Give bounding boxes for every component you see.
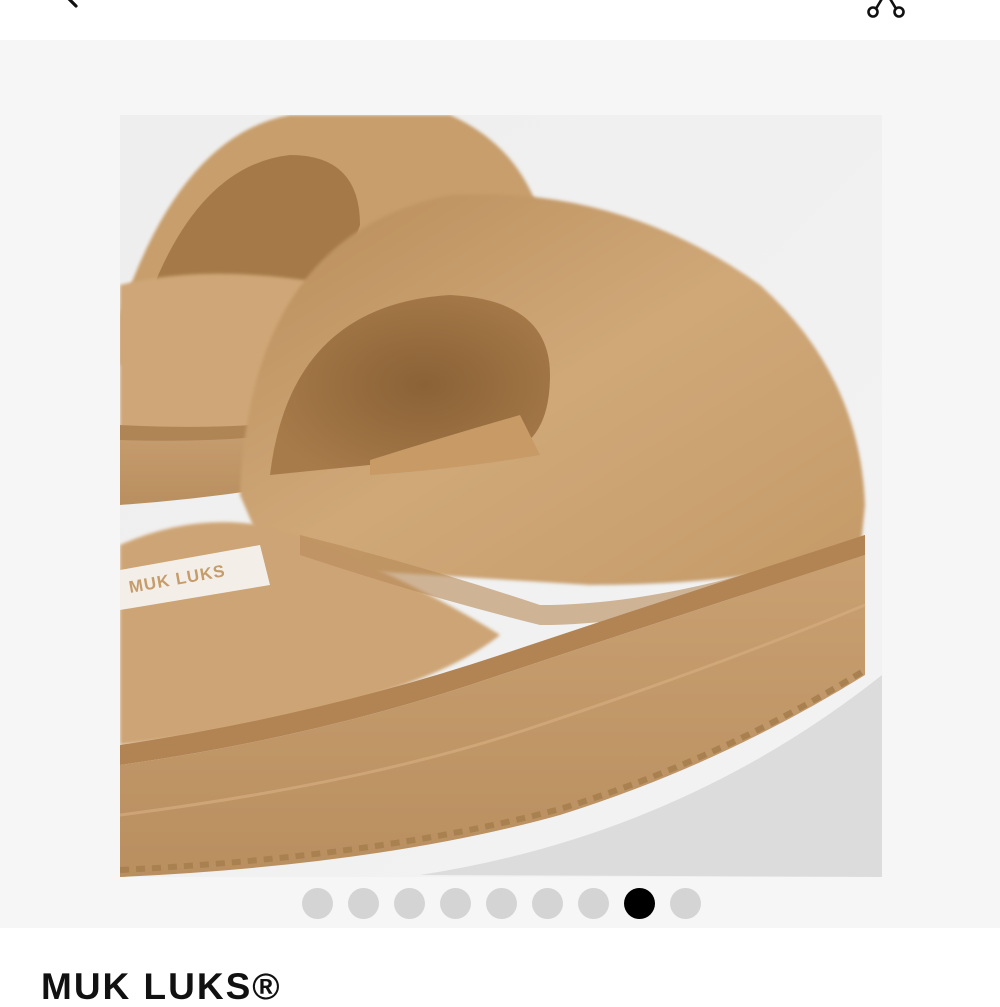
gallery-dot-6[interactable] [531,888,563,919]
gallery-dot-5[interactable] [485,888,517,919]
share-nodes-icon [867,0,905,18]
brand-name: MUK LUKS® [41,966,282,1007]
gallery-dot-4[interactable] [439,888,471,919]
image-gallery[interactable]: MUK LUKS [0,40,1000,928]
share-button[interactable] [860,0,912,18]
chevron-left-icon [67,0,78,8]
product-image[interactable]: MUK LUKS [120,115,882,877]
gallery-dot-3[interactable] [393,888,425,919]
gallery-dot-8-active[interactable] [623,888,655,919]
gallery-dot-1[interactable] [301,888,333,919]
gallery-pagination [0,888,1000,922]
gallery-dot-7[interactable] [577,888,609,919]
top-nav-bar [0,0,1000,40]
slipper-illustration: MUK LUKS [120,115,882,877]
gallery-dot-2[interactable] [347,888,379,919]
gallery-dot-9[interactable] [669,888,701,919]
back-button[interactable] [52,0,92,14]
